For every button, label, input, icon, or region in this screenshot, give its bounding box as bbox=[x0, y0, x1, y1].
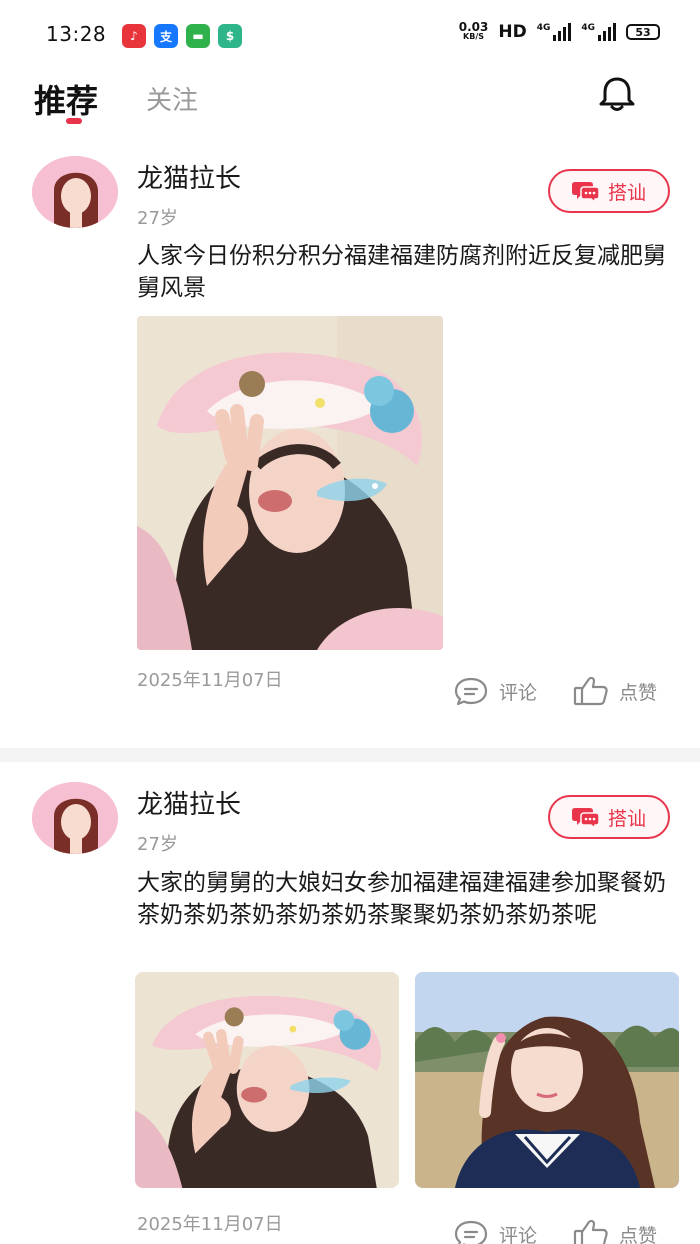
hd-icon: HD bbox=[498, 22, 527, 42]
net-speed: 0.03 KB/S bbox=[458, 20, 489, 41]
chat-bubble-icon bbox=[571, 808, 600, 829]
tab-follow[interactable]: 关注 bbox=[146, 80, 198, 117]
top-tab-bar: 推荐 关注 bbox=[0, 70, 700, 140]
tab-indicator bbox=[66, 118, 82, 124]
music-app-icon: ♪ bbox=[122, 24, 146, 48]
post-photo[interactable] bbox=[135, 972, 399, 1188]
user-age: 27岁 bbox=[137, 834, 178, 855]
like-button[interactable]: 点赞 bbox=[573, 676, 657, 706]
comment-button[interactable]: 评论 bbox=[453, 676, 537, 706]
avatar[interactable] bbox=[32, 782, 118, 854]
chat-bubble-icon bbox=[571, 182, 600, 203]
like-label: 点赞 bbox=[619, 1224, 658, 1244]
comment-label: 评论 bbox=[499, 1224, 538, 1244]
signal-icon-2: 4G bbox=[581, 23, 616, 41]
comment-icon bbox=[454, 1220, 488, 1244]
status-right: 0.03 KB/S HD 4G 4G 53 bbox=[458, 20, 660, 42]
status-time: 13:28 bbox=[46, 22, 107, 46]
thumbs-up-icon bbox=[573, 676, 608, 706]
like-button[interactable]: 点赞 bbox=[573, 1219, 657, 1244]
shield-app-icon: $ bbox=[218, 24, 242, 48]
comment-button[interactable]: 评论 bbox=[453, 1219, 537, 1244]
status-bar: 13:28 ♪ 支 ▬ $ 0.03 KB/S HD 4G 4G 53 bbox=[0, 0, 700, 70]
tab-recommend[interactable]: 推荐 bbox=[34, 76, 98, 122]
username[interactable]: 龙猫拉长 bbox=[137, 784, 241, 821]
chat-up-button[interactable]: 搭讪 bbox=[548, 795, 670, 839]
post-photo[interactable] bbox=[415, 972, 679, 1188]
post-content: 人家今日份积分积分福建福建防腐剂附近反复减肥舅舅风景 bbox=[137, 243, 666, 301]
chat-up-label: 搭讪 bbox=[607, 807, 646, 830]
notification-icons: ♪ 支 ▬ $ bbox=[122, 24, 242, 48]
comment-icon bbox=[454, 677, 488, 706]
avatar[interactable] bbox=[32, 156, 118, 228]
chat-up-button[interactable]: 搭讪 bbox=[548, 169, 670, 213]
comment-label: 评论 bbox=[499, 681, 538, 704]
user-age: 27岁 bbox=[137, 208, 178, 229]
chat-up-label: 搭讪 bbox=[607, 181, 646, 204]
like-label: 点赞 bbox=[619, 681, 658, 704]
post-divider bbox=[0, 748, 700, 762]
post-photo[interactable] bbox=[137, 316, 443, 650]
post-date: 2025年11月07日 bbox=[137, 1214, 283, 1235]
post-content: 大家的舅舅的大娘妇女参加福建福建福建参加聚餐奶茶奶茶奶茶奶茶奶茶奶茶聚聚奶茶奶茶… bbox=[137, 870, 666, 928]
bell-icon[interactable] bbox=[597, 74, 637, 114]
signal-icon: 4G bbox=[537, 23, 572, 41]
battery-icon: 53 bbox=[626, 24, 660, 40]
post-date: 2025年11月07日 bbox=[137, 670, 283, 691]
alipay-app-icon: 支 bbox=[154, 24, 178, 48]
username[interactable]: 龙猫拉长 bbox=[137, 158, 241, 195]
message-app-icon: ▬ bbox=[186, 24, 210, 48]
thumbs-up-icon bbox=[573, 1219, 608, 1244]
